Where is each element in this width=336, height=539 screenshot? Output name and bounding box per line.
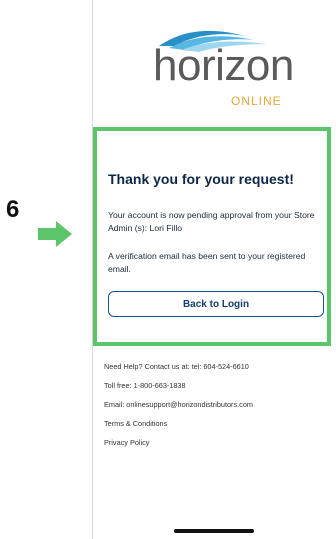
- step-number: 6: [6, 196, 20, 223]
- page-title: Thank you for your request!: [108, 171, 294, 187]
- horizon-logo: horizon ONLINE: [145, 20, 295, 115]
- footer: Need Help? Contact us at: tel: 604-524-6…: [104, 362, 334, 457]
- right-arrow-icon: [38, 221, 72, 247]
- back-to-login-button[interactable]: Back to Login: [108, 291, 324, 317]
- toll-free-text: Toll free: 1-800-663-1838: [104, 381, 186, 390]
- support-email-text: Email: onlinesupport@horizondistributors…: [104, 400, 253, 409]
- logo-subtitle: ONLINE: [231, 94, 282, 108]
- terms-link[interactable]: Terms & Conditions: [104, 419, 334, 438]
- verification-email-message: A verification email has been sent to yo…: [108, 251, 306, 274]
- pending-approval-message: Your account is now pending approval fro…: [108, 210, 315, 233]
- logo-wordmark: horizon: [153, 41, 294, 90]
- confirmation-panel: Thank you for your request! Your account…: [93, 127, 331, 346]
- help-phone-text: Need Help? Contact us at: tel: 604-524-6…: [104, 362, 249, 371]
- privacy-policy-link[interactable]: Privacy Policy: [104, 438, 334, 457]
- phone-screen: horizon ONLINE Thank you for your reques…: [92, 0, 336, 539]
- home-indicator[interactable]: [174, 529, 254, 533]
